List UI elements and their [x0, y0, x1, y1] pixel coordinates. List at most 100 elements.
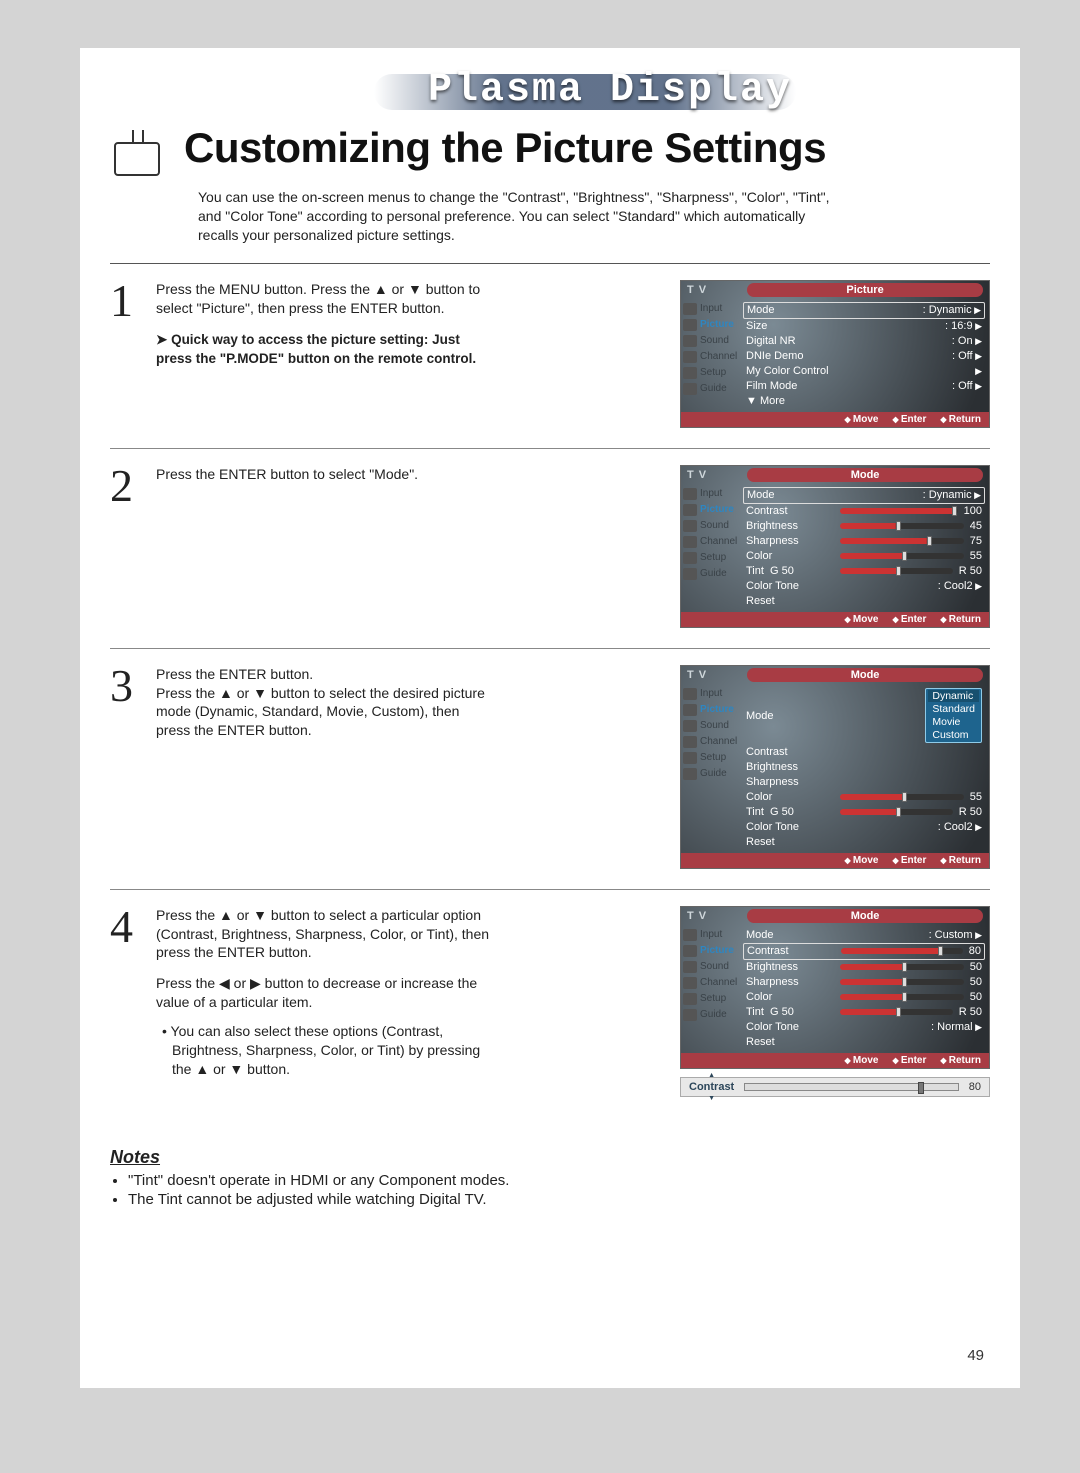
osd-row[interactable]: My Color Control: [743, 364, 985, 379]
osd-row[interactable]: Color55: [743, 549, 985, 564]
osd-row-value: 75: [970, 535, 982, 547]
slider-thumb: [918, 1082, 924, 1094]
osd-row[interactable]: Tint G 50R 50: [743, 1005, 985, 1020]
osd-side-item[interactable]: Guide: [683, 383, 739, 395]
osd-row[interactable]: Brightness: [743, 760, 985, 775]
menu-icon: [683, 768, 697, 780]
osd-side-item[interactable]: Picture: [683, 504, 739, 516]
osd-side-item[interactable]: Sound: [683, 520, 739, 532]
osd-side-item[interactable]: Input: [683, 303, 739, 315]
osd-row[interactable]: Color Tone: Cool2: [743, 579, 985, 594]
osd-side-item[interactable]: Picture: [683, 704, 739, 716]
slider-thumb: [902, 792, 907, 802]
osd-row[interactable]: Color Tone: Normal: [743, 1020, 985, 1035]
osd-slider[interactable]: [840, 979, 964, 985]
osd-row-label: Color: [746, 991, 834, 1003]
slider-thumb: [902, 551, 907, 561]
osd-row[interactable]: ModeDynamicStandardMovieCustom: [743, 687, 985, 745]
osd-side-item[interactable]: Guide: [683, 1009, 739, 1021]
menu-icon: [683, 704, 697, 716]
osd-side-item[interactable]: Sound: [683, 720, 739, 732]
osd-side-item[interactable]: Setup: [683, 367, 739, 379]
footer-enter: Enter: [892, 614, 926, 625]
osd-row-value: : Off: [952, 380, 982, 392]
osd-row[interactable]: Film Mode: Off: [743, 379, 985, 394]
slider-thumb: [896, 1007, 901, 1017]
osd-row-label: Sharpness: [746, 776, 834, 788]
osd-titlebar: T V Mode: [681, 907, 989, 925]
osd-row[interactable]: Color Tone: Cool2: [743, 820, 985, 835]
footer-enter: Enter: [892, 855, 926, 866]
osd-footer: Move Enter Return: [681, 1053, 989, 1068]
osd-slider[interactable]: [840, 508, 958, 514]
osd-side-item[interactable]: Picture: [683, 945, 739, 957]
osd-menu-title: Mode: [747, 668, 983, 682]
osd-row[interactable]: DNIe Demo: Off: [743, 349, 985, 364]
osd-slider[interactable]: [840, 994, 964, 1000]
osd-side-item[interactable]: Picture: [683, 319, 739, 331]
menu-icon: [683, 929, 697, 941]
osd-side-item[interactable]: Setup: [683, 752, 739, 764]
osd-row-label: Sharpness: [746, 976, 834, 988]
osd-side-item[interactable]: Channel: [683, 736, 739, 748]
osd-side-item[interactable]: Input: [683, 488, 739, 500]
osd-row[interactable]: Tint G 50R 50: [743, 805, 985, 820]
osd-row[interactable]: Tint G 50R 50: [743, 564, 985, 579]
osd-row[interactable]: Sharpness75: [743, 534, 985, 549]
osd-row[interactable]: Brightness45: [743, 519, 985, 534]
osd-row[interactable]: Color55: [743, 790, 985, 805]
manual-page: Plasma Display Customizing the Picture S…: [80, 48, 1020, 1388]
osd-row[interactable]: ▼ More: [743, 394, 985, 409]
osd-slider[interactable]: [840, 1009, 953, 1015]
osd-row[interactable]: Contrast100: [743, 504, 985, 519]
osd-side-item[interactable]: Sound: [683, 961, 739, 973]
menu-icon: [683, 504, 697, 516]
osd-row[interactable]: Reset: [743, 1035, 985, 1050]
osd-side-item[interactable]: Input: [683, 688, 739, 700]
osd-row[interactable]: Brightness50: [743, 960, 985, 975]
osd-row-label: Size: [746, 320, 834, 332]
osd-row[interactable]: Size: 16:9: [743, 319, 985, 334]
footer-move: Move: [845, 414, 879, 425]
osd-side-item[interactable]: Channel: [683, 977, 739, 989]
osd-side-item[interactable]: Input: [683, 929, 739, 941]
osd-row[interactable]: Color50: [743, 990, 985, 1005]
osd-row[interactable]: Mode: Custom: [743, 928, 985, 943]
osd-slider[interactable]: [841, 948, 963, 954]
osd-row[interactable]: Mode: Dynamic: [743, 487, 985, 504]
osd-row-value: : Cool2: [938, 821, 982, 833]
osd-side-item[interactable]: Channel: [683, 536, 739, 548]
osd-row[interactable]: Contrast80: [743, 943, 985, 960]
osd-side-item[interactable]: Channel: [683, 351, 739, 363]
osd-side-item[interactable]: Setup: [683, 552, 739, 564]
osd-row[interactable]: Contrast: [743, 745, 985, 760]
osd-row[interactable]: Reset: [743, 835, 985, 850]
osd-side-item[interactable]: Sound: [683, 335, 739, 347]
osd-side-item[interactable]: Setup: [683, 993, 739, 1005]
osd-row[interactable]: Sharpness 50: [743, 975, 985, 990]
osd-slider[interactable]: [840, 809, 953, 815]
osd-slider[interactable]: [840, 538, 964, 544]
menu-icon: [683, 383, 697, 395]
mode-dropdown[interactable]: DynamicStandardMovieCustom: [925, 688, 982, 743]
osd-row-value: 50: [970, 976, 982, 988]
osd-slider[interactable]: [840, 523, 964, 529]
dropdown-item[interactable]: Standard: [928, 703, 979, 715]
osd-side-item[interactable]: Guide: [683, 768, 739, 780]
osd-slider[interactable]: [840, 568, 953, 574]
osd-slider[interactable]: [840, 964, 964, 970]
dropdown-item[interactable]: Movie: [928, 716, 979, 728]
osd-row[interactable]: Sharpness: [743, 775, 985, 790]
osd-slider[interactable]: [840, 794, 964, 800]
osd-row[interactable]: Mode: Dynamic: [743, 302, 985, 319]
osd-titlebar: T V Picture: [681, 281, 989, 299]
osd-tv-label: T V: [687, 284, 707, 296]
osd-side-item[interactable]: Guide: [683, 568, 739, 580]
osd-row-value: R 50: [959, 1006, 982, 1018]
dropdown-item[interactable]: Dynamic: [928, 690, 979, 702]
osd-slider[interactable]: [840, 553, 964, 559]
dropdown-item[interactable]: Custom: [928, 729, 979, 741]
osd-row[interactable]: Reset: [743, 594, 985, 609]
step-number: 3: [110, 665, 146, 706]
osd-row[interactable]: Digital NR: On: [743, 334, 985, 349]
